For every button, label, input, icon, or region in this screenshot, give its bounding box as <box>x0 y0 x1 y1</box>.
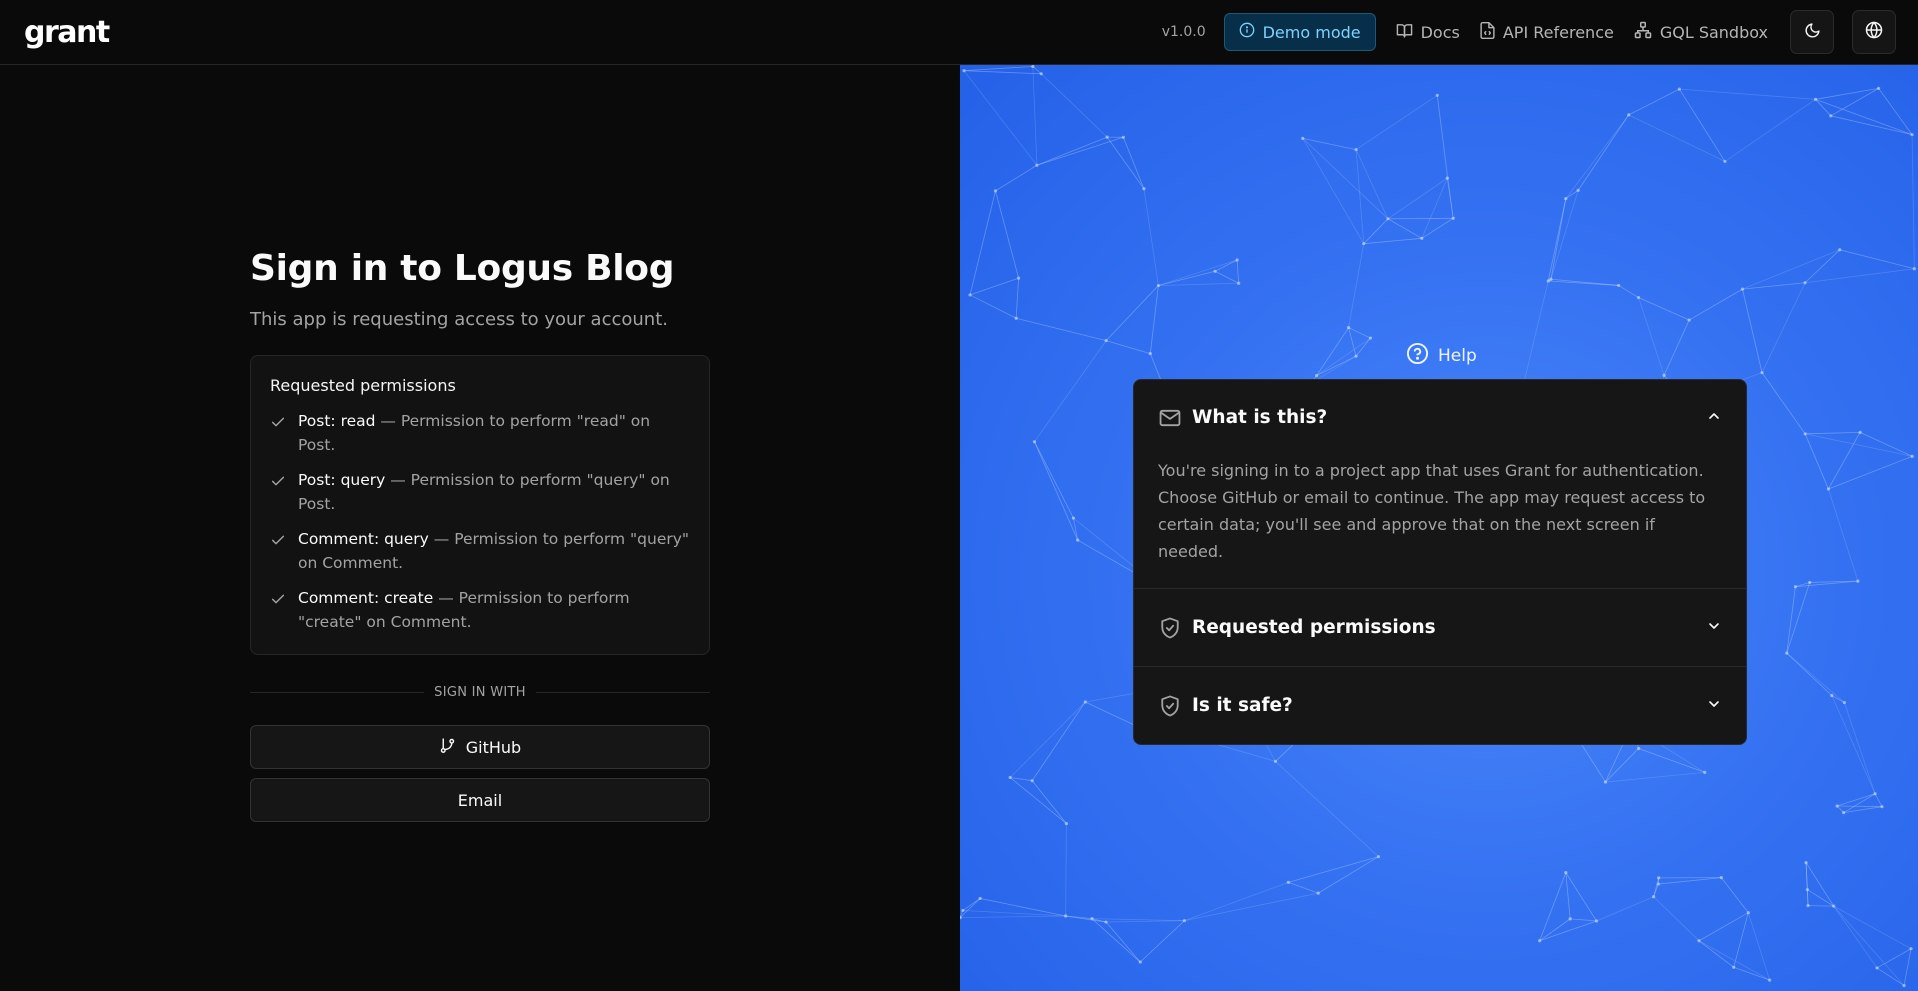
grant-logo[interactable]: grant <box>24 15 110 50</box>
demo-mode-button[interactable]: Demo mode <box>1223 13 1376 51</box>
nav-link-api-reference[interactable]: API Reference <box>1480 21 1614 43</box>
signin-divider: SIGN IN WITH <box>250 685 710 700</box>
signin-content: Sign in to Logus Blog This app is reques… <box>250 248 710 822</box>
mail-icon <box>1158 409 1182 427</box>
accordion-body: You're signing in to a project app that … <box>1158 461 1706 561</box>
permission-name: Comment: create <box>298 589 434 607</box>
accordion-item-is-it-safe: Is it safe? <box>1134 667 1746 744</box>
check-icon <box>270 409 286 457</box>
permissions-card: Requested permissions Post: read — Permi… <box>250 355 710 655</box>
help-accordion: What is this? You're signing in to a pro… <box>1133 379 1747 745</box>
network-icon <box>1634 21 1652 43</box>
git-branch-icon <box>439 737 456 758</box>
permission-item: Comment: query — Permission to perform "… <box>270 527 690 575</box>
github-signin-button[interactable]: GitHub <box>250 725 710 769</box>
help-panel: Help What is this? You're signing in to … <box>960 65 1918 991</box>
check-icon <box>270 586 286 634</box>
accordion-title: Requested permissions <box>1192 617 1436 638</box>
divider-label: SIGN IN WITH <box>434 685 526 700</box>
permission-item: Post: read — Permission to perform "read… <box>270 409 690 457</box>
check-icon <box>270 527 286 575</box>
check-icon <box>270 468 286 516</box>
permission-item: Post: query — Permission to perform "que… <box>270 468 690 516</box>
permissions-title: Requested permissions <box>270 376 456 395</box>
top-navbar: grant v1.0.0 Demo mode Docs API Referenc… <box>0 0 1918 65</box>
permission-name: Comment: query <box>298 530 429 548</box>
help-label[interactable]: Help <box>1406 342 1477 370</box>
github-button-label: GitHub <box>465 737 522 757</box>
divider-line <box>535 692 710 693</box>
email-button-label: Email <box>457 790 503 810</box>
permission-item: Comment: create — Permission to perform … <box>270 586 690 634</box>
version-label: v1.0.0 <box>1161 24 1206 40</box>
help-circle-icon <box>1406 342 1429 370</box>
chevron-down-icon <box>1706 618 1722 638</box>
help-text: Help <box>1438 346 1477 366</box>
nav-link-label: GQL Sandbox <box>1659 22 1768 42</box>
nav-link-label: API Reference <box>1502 22 1614 42</box>
file-code-icon <box>1480 21 1495 43</box>
email-signin-button[interactable]: Email <box>250 778 710 822</box>
accordion-header[interactable]: What is this? <box>1134 380 1746 455</box>
accordion-title: What is this? <box>1192 407 1328 428</box>
page-title: Sign in to Logus Blog <box>250 248 675 289</box>
accordion-item-what-is-this: What is this? You're signing in to a pro… <box>1134 380 1746 589</box>
accordion-header[interactable]: Is it safe? <box>1134 667 1746 744</box>
accordion-title: Is it safe? <box>1192 695 1293 716</box>
nav-link-docs[interactable]: Docs <box>1396 22 1460 43</box>
demo-mode-label: Demo mode <box>1262 22 1361 42</box>
chevron-up-icon <box>1706 408 1722 428</box>
shield-check-icon <box>1158 695 1182 717</box>
permissions-list: Post: read — Permission to perform "read… <box>270 409 690 634</box>
accordion-item-requested-permissions: Requested permissions <box>1134 589 1746 667</box>
page-subtitle: This app is requesting access to your ac… <box>250 309 668 330</box>
book-icon <box>1396 22 1413 43</box>
accordion-header[interactable]: Requested permissions <box>1134 589 1746 666</box>
info-icon <box>1239 22 1255 42</box>
moon-icon <box>1804 22 1821 43</box>
globe-icon <box>1865 21 1883 43</box>
permission-name: Post: read <box>298 412 376 430</box>
nav-link-label: Docs <box>1420 22 1460 42</box>
chevron-down-icon <box>1706 696 1722 716</box>
theme-toggle-button[interactable] <box>1790 10 1834 54</box>
permission-name: Post: query <box>298 471 386 489</box>
nav-bar: v1.0.0 Demo mode Docs API Reference GQL … <box>1162 0 1896 64</box>
divider-line <box>250 692 425 693</box>
signin-panel: Sign in to Logus Blog This app is reques… <box>0 65 960 991</box>
language-button[interactable] <box>1852 10 1896 54</box>
shield-check-icon <box>1158 617 1182 639</box>
nav-link-gql-sandbox[interactable]: GQL Sandbox <box>1634 21 1768 43</box>
